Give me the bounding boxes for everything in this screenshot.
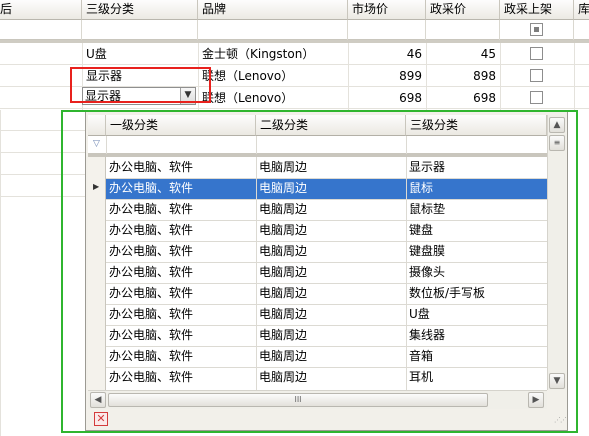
table-row-cell-market-price[interactable]: 46 <box>348 43 426 65</box>
table-row-cell-gov-price[interactable]: 898 <box>426 65 500 87</box>
table-row-cell-market-price[interactable]: 899 <box>348 65 426 87</box>
table-row-cell-brand[interactable]: 金士顿（Kingston） <box>202 43 346 65</box>
grid-filter-row <box>0 20 589 40</box>
listed-checkbox[interactable] <box>530 47 543 60</box>
listed-checkbox[interactable] <box>530 91 543 104</box>
listed-filter-checkbox[interactable] <box>530 23 543 36</box>
column-header-stock[interactable]: 库 <box>574 0 589 20</box>
column-header-category[interactable]: 三级分类 <box>82 0 198 20</box>
table-row-cell-gov-price[interactable]: 45 <box>426 43 500 65</box>
listed-checkbox[interactable] <box>530 69 543 82</box>
table-row-cell-market-price[interactable]: 698 <box>348 87 426 109</box>
column-header-gov-price[interactable]: 政采价 <box>426 0 500 20</box>
column-header-market-price[interactable]: 市场价 <box>348 0 426 20</box>
table-row-cell-category[interactable]: U盘 <box>86 43 196 65</box>
column-header-leading[interactable]: 后 <box>0 0 82 20</box>
column-header-brand[interactable]: 品牌 <box>198 0 348 20</box>
red-highlight-box <box>70 67 211 103</box>
green-highlight-box <box>61 110 578 433</box>
table-row-cell-brand[interactable]: 联想（Lenovo） <box>202 87 346 109</box>
column-header-listed[interactable]: 政采上架 <box>500 0 574 20</box>
table-row-cell-brand[interactable]: 联想（Lenovo） <box>202 65 346 87</box>
table-row-cell-gov-price[interactable]: 698 <box>426 87 500 109</box>
